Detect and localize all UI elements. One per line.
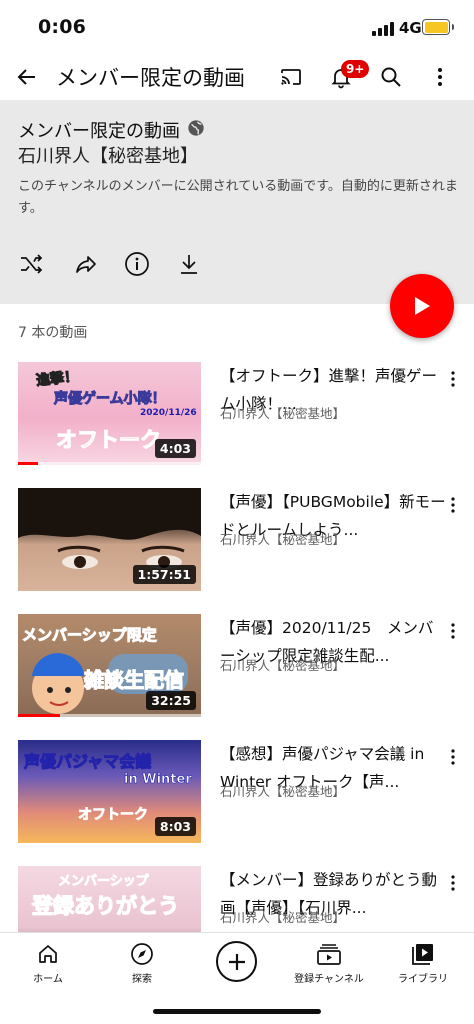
cast-icon[interactable] bbox=[276, 62, 306, 92]
thumb-caption: 進撃！ bbox=[35, 368, 79, 390]
more-vert-icon[interactable] bbox=[425, 62, 455, 92]
page-title: メンバー限定の動画 bbox=[56, 66, 245, 90]
playlist-header: メンバー限定の動画 石川界人【秘密基地】 このチャンネルのメンバーに公開されてい… bbox=[0, 100, 474, 304]
network-label: 4G bbox=[399, 19, 422, 37]
nav-label: 登録チャンネル bbox=[294, 974, 364, 985]
more-vert-icon[interactable] bbox=[446, 746, 460, 768]
video-thumbnail[interactable]: 1:57:51 bbox=[18, 488, 201, 591]
nav-explore[interactable]: 探索 bbox=[97, 941, 187, 985]
subscriptions-icon bbox=[284, 941, 374, 967]
playlist-channel[interactable]: 石川界人【秘密基地】 bbox=[18, 142, 198, 168]
thumb-caption: 雑談生配信 bbox=[83, 667, 184, 692]
thumb-caption: メンバーシップ限定 bbox=[22, 626, 158, 645]
video-item[interactable]: 1:57:51 【声優】【PUBGMobile】新モードとルームしよう... 石… bbox=[0, 488, 474, 594]
nav-label: ホーム bbox=[33, 974, 63, 985]
video-item[interactable]: 声優パジャマ会議 in Winter オフトーク 8:03 【感想】声優パジャマ… bbox=[0, 740, 474, 846]
playlist-description: このチャンネルのメンバーに公開されている動画です。自動的に更新されます。 bbox=[18, 179, 458, 216]
more-vert-icon[interactable] bbox=[446, 368, 460, 390]
more-vert-icon[interactable] bbox=[446, 620, 460, 642]
duration-badge: 32:25 bbox=[146, 691, 196, 710]
video-item[interactable]: 進撃！ 声優ゲーム小隊！ 2020/11/26 オフトーク 4:03 【オフトー… bbox=[0, 362, 474, 468]
video-thumbnail[interactable]: 声優パジャマ会議 in Winter オフトーク 8:03 bbox=[18, 740, 201, 843]
home-indicator bbox=[153, 1009, 321, 1014]
nav-subscriptions[interactable]: 登録チャンネル bbox=[284, 941, 374, 985]
compass-icon bbox=[97, 941, 187, 967]
video-thumbnail[interactable]: メンバーシップ 登録ありがとう bbox=[18, 866, 201, 932]
play-all-button[interactable] bbox=[390, 274, 454, 338]
battery-icon bbox=[422, 19, 454, 35]
video-thumbnail[interactable]: メンバーシップ限定 雑談生配信 32:25 bbox=[18, 614, 201, 717]
share-icon[interactable] bbox=[72, 250, 100, 278]
nav-label: ライブラリ bbox=[398, 974, 448, 985]
more-vert-icon[interactable] bbox=[446, 494, 460, 516]
thumb-caption: 登録ありがとう bbox=[31, 893, 179, 918]
video-channel: 石川界人【秘密基地】 bbox=[220, 658, 346, 673]
status-time: 0:06 bbox=[38, 16, 87, 38]
watch-progress bbox=[18, 462, 39, 465]
notification-badge: 9+ bbox=[341, 60, 370, 78]
video-item[interactable]: メンバーシップ 登録ありがとう 【メンバー】登録ありがとう動画【声優】【石川界.… bbox=[0, 866, 474, 932]
watch-progress bbox=[18, 714, 61, 717]
play-icon bbox=[415, 297, 430, 315]
nav-home[interactable]: ホーム bbox=[3, 941, 93, 985]
status-bar: 0:06 4G bbox=[0, 0, 474, 54]
info-icon[interactable] bbox=[123, 250, 151, 278]
nav-label: 探索 bbox=[132, 974, 152, 985]
video-item[interactable]: メンバーシップ限定 雑談生配信 32:25 【声優】2020/11/25 メンバ… bbox=[0, 614, 474, 720]
video-channel: 石川界人【秘密基地】 bbox=[220, 406, 346, 421]
video-channel: 石川界人【秘密基地】 bbox=[220, 532, 346, 547]
duration-badge: 4:03 bbox=[154, 439, 196, 458]
shuffle-icon[interactable] bbox=[18, 250, 46, 278]
search-icon[interactable] bbox=[376, 62, 406, 92]
library-icon bbox=[378, 941, 468, 967]
plus-icon bbox=[228, 953, 245, 970]
thumb-caption: 声優パジャマ会議 bbox=[23, 752, 152, 772]
video-thumbnail[interactable]: 進撃！ 声優ゲーム小隊！ 2020/11/26 オフトーク 4:03 bbox=[18, 362, 201, 465]
playlist-title: メンバー限定の動画 bbox=[18, 121, 180, 142]
thumb-caption: in Winter bbox=[124, 772, 192, 788]
video-count: 7 本の動画 bbox=[18, 325, 88, 341]
public-globe-icon bbox=[187, 119, 205, 137]
app-bar: メンバー限定の動画 9+ bbox=[0, 54, 474, 100]
thumb-caption: オフトーク bbox=[56, 428, 162, 453]
more-vert-icon[interactable] bbox=[446, 872, 460, 894]
download-icon[interactable] bbox=[175, 250, 203, 278]
signal-icon bbox=[372, 22, 396, 36]
create-button[interactable] bbox=[216, 941, 257, 982]
thumb-caption: オフトーク bbox=[78, 807, 149, 824]
home-icon bbox=[3, 941, 93, 967]
video-channel: 石川界人【秘密基地】 bbox=[220, 910, 346, 925]
nav-library[interactable]: ライブラリ bbox=[378, 941, 468, 985]
thumb-caption: メンバーシップ bbox=[58, 874, 150, 890]
duration-badge: 8:03 bbox=[154, 817, 196, 836]
thumb-caption: 2020/11/26 bbox=[140, 408, 197, 418]
thumb-caption: 声優ゲーム小隊！ bbox=[54, 391, 167, 408]
duration-badge: 1:57:51 bbox=[132, 565, 196, 584]
back-arrow-icon[interactable] bbox=[12, 62, 42, 92]
watch-progress-track bbox=[18, 462, 201, 465]
video-channel: 石川界人【秘密基地】 bbox=[220, 784, 346, 799]
